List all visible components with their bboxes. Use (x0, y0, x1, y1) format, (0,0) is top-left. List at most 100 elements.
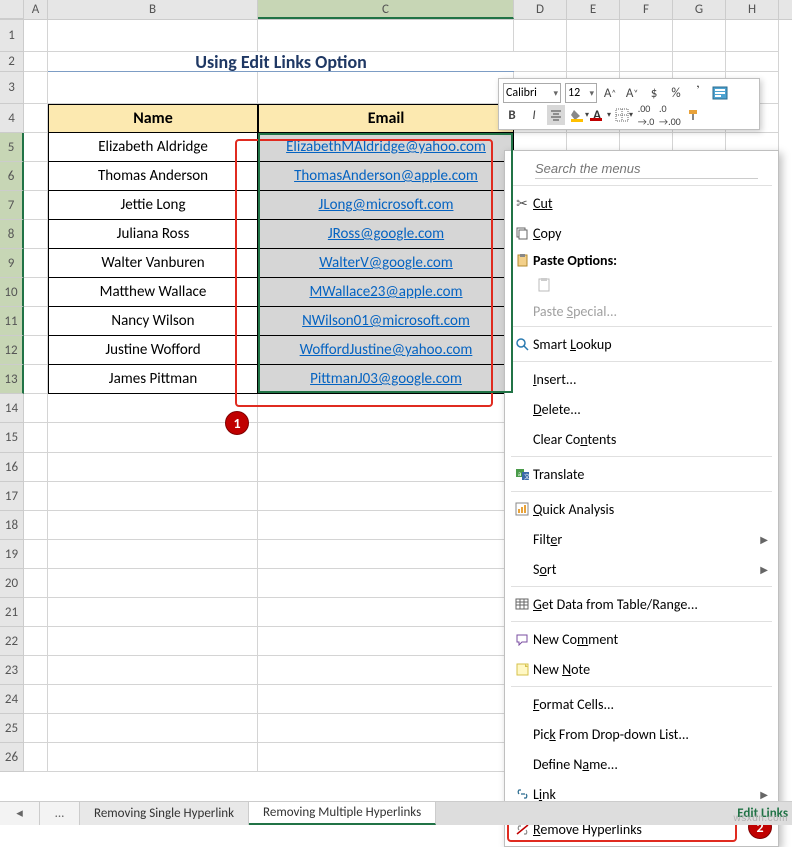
cell-B2[interactable]: Using Edit Links Option (48, 52, 514, 72)
row-header-9[interactable]: 9 (0, 249, 24, 278)
percent-format-icon[interactable]: % (667, 83, 685, 103)
col-header-A[interactable]: A (24, 0, 48, 19)
cell-B11[interactable]: Nancy Wilson (48, 307, 258, 336)
cell-C22[interactable] (258, 627, 514, 656)
cell-B13[interactable]: James Pittman (48, 365, 258, 394)
cell-C6[interactable]: ThomasAnderson@apple.com (258, 162, 514, 191)
cell-C4[interactable]: Email (258, 104, 514, 133)
cell-D1[interactable] (514, 20, 567, 52)
cell-A16[interactable] (24, 453, 48, 482)
row-header-10[interactable]: 10 (0, 278, 24, 307)
cell-C25[interactable] (258, 714, 514, 743)
increase-decimal-icon[interactable]: .0→.00 (659, 105, 681, 125)
cell-C19[interactable] (258, 540, 514, 569)
cell-C15[interactable] (258, 423, 514, 453)
row-header-23[interactable]: 23 (0, 656, 24, 685)
cell-A7[interactable] (24, 191, 48, 220)
cell-E1[interactable] (567, 20, 620, 52)
cell-B21[interactable] (48, 598, 258, 627)
menu-new-note[interactable]: New Note (505, 654, 778, 684)
row-header-6[interactable]: 6 (0, 162, 24, 191)
cell-A22[interactable] (24, 627, 48, 656)
cell-C24[interactable] (258, 685, 514, 714)
cell-B8[interactable]: Juliana Ross (48, 220, 258, 249)
conditional-format-icon[interactable] (711, 83, 729, 103)
cell-C14[interactable] (258, 394, 514, 423)
cell-C26[interactable] (258, 743, 514, 772)
select-all-corner[interactable] (0, 0, 24, 19)
cell-C5[interactable]: ElizabethMAldridge@yahoo.com (258, 133, 514, 162)
menu-get-data[interactable]: Get Data from Table/Range... (505, 589, 778, 619)
cell-B24[interactable] (48, 685, 258, 714)
menu-sort[interactable]: Sort▶ (505, 554, 778, 584)
cell-C7[interactable]: JLong@microsoft.com (258, 191, 514, 220)
row-header-5[interactable]: 5 (0, 133, 24, 162)
cell-C23[interactable] (258, 656, 514, 685)
row-header-2[interactable]: 2 (0, 52, 24, 72)
col-header-B[interactable]: B (48, 0, 258, 19)
cell-A12[interactable] (24, 336, 48, 365)
cell-C9[interactable]: WalterV@google.com (258, 249, 514, 278)
cell-H2[interactable] (726, 52, 779, 72)
cell-A8[interactable] (24, 220, 48, 249)
font-size-select[interactable]: 12▾ (565, 83, 597, 103)
row-header-8[interactable]: 8 (0, 220, 24, 249)
col-header-D[interactable]: D (514, 0, 567, 19)
align-center-icon[interactable] (547, 105, 565, 125)
cell-C16[interactable] (258, 453, 514, 482)
cell-B7[interactable]: Jettie Long (48, 191, 258, 220)
sheet-tab-2[interactable]: Removing Multiple Hyperlinks (249, 802, 436, 825)
cell-B23[interactable] (48, 656, 258, 685)
cell-A11[interactable] (24, 307, 48, 336)
cell-A3[interactable] (24, 72, 48, 104)
menu-search-input[interactable] (535, 159, 758, 179)
cell-A5[interactable] (24, 133, 48, 162)
cell-D2[interactable] (514, 52, 567, 72)
cell-A17[interactable] (24, 482, 48, 511)
cell-C3[interactable] (258, 72, 514, 104)
cell-A2[interactable] (24, 52, 48, 72)
cell-A18[interactable] (24, 511, 48, 540)
col-header-H[interactable]: H (726, 0, 779, 19)
row-header-20[interactable]: 20 (0, 569, 24, 598)
format-painter-icon[interactable] (685, 105, 703, 125)
increase-font-icon[interactable]: A˄ (601, 83, 619, 103)
row-header-18[interactable]: 18 (0, 511, 24, 540)
cell-C10[interactable]: MWallace23@apple.com (258, 278, 514, 307)
row-header-1[interactable]: 1 (0, 20, 24, 52)
row-header-17[interactable]: 17 (0, 482, 24, 511)
sheet-tab-1[interactable]: Removing Single Hyperlink (80, 802, 249, 825)
cell-A9[interactable] (24, 249, 48, 278)
cell-C12[interactable]: WoffordJustine@yahoo.com (258, 336, 514, 365)
menu-cut[interactable]: ✂ Cut (505, 188, 778, 218)
col-header-G[interactable]: G (673, 0, 726, 19)
col-header-C[interactable]: C (258, 0, 514, 19)
menu-define-name[interactable]: Define Name... (505, 749, 778, 779)
cell-B10[interactable]: Matthew Wallace (48, 278, 258, 307)
row-header-3[interactable]: 3 (0, 72, 24, 104)
cell-G1[interactable] (673, 20, 726, 52)
menu-paste-default[interactable] (505, 272, 778, 298)
cell-B18[interactable] (48, 511, 258, 540)
cell-B4[interactable]: Name (48, 104, 258, 133)
menu-insert[interactable]: Insert... (505, 364, 778, 394)
row-header-24[interactable]: 24 (0, 685, 24, 714)
row-header-15[interactable]: 15 (0, 423, 24, 453)
row-header-26[interactable]: 26 (0, 743, 24, 772)
row-header-13[interactable]: 13 (0, 365, 24, 394)
cell-B3[interactable] (48, 72, 258, 104)
cell-A1[interactable] (24, 20, 48, 52)
row-header-25[interactable]: 25 (0, 714, 24, 743)
cell-B20[interactable] (48, 569, 258, 598)
cell-A26[interactable] (24, 743, 48, 772)
cell-F2[interactable] (620, 52, 673, 72)
cell-B1[interactable] (48, 20, 258, 52)
row-header-22[interactable]: 22 (0, 627, 24, 656)
cell-C18[interactable] (258, 511, 514, 540)
cell-A6[interactable] (24, 162, 48, 191)
menu-copy[interactable]: Copy (505, 218, 778, 248)
menu-pick-list[interactable]: Pick From Drop-down List... (505, 719, 778, 749)
cell-E2[interactable] (567, 52, 620, 72)
decrease-font-icon[interactable]: A˅ (623, 83, 641, 103)
cell-A15[interactable] (24, 423, 48, 453)
